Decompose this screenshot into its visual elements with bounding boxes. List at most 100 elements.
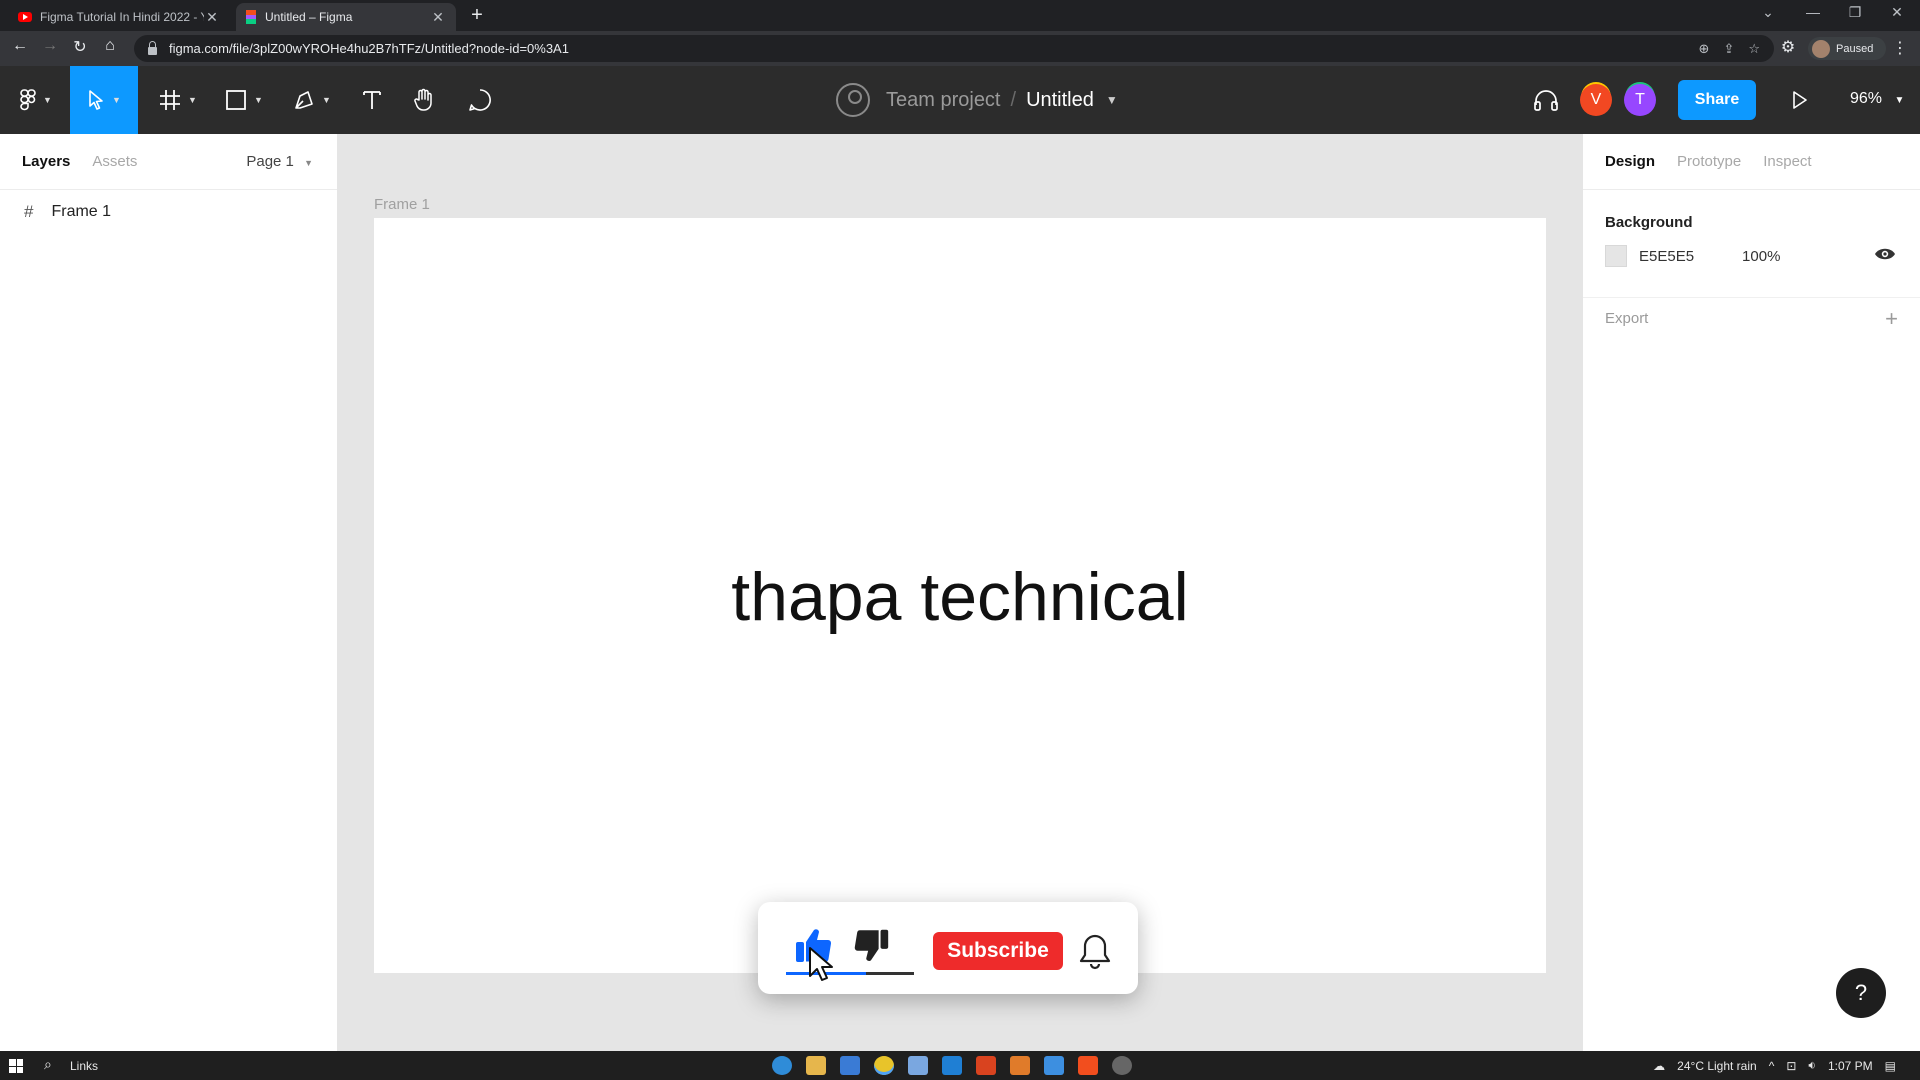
browser-tab-strip: Figma Tutorial In Hindi 2022 - Yo ✕ Unti… — [0, 0, 1920, 31]
browser-tab-label: Untitled – Figma — [265, 10, 353, 24]
main-menu-button[interactable]: ▼ — [12, 66, 60, 134]
background-opacity-input[interactable]: 100% — [1742, 248, 1780, 265]
search-icon[interactable]: ⌕ — [44, 1056, 52, 1073]
left-panel-tabs: Layers Assets Page 1 ▼ — [0, 134, 337, 190]
breadcrumb: Team project / Untitled ▼ — [836, 66, 1118, 134]
hand-icon — [414, 88, 432, 111]
user-avatar-t[interactable]: T — [1624, 84, 1656, 116]
pen-tool-button[interactable]: ▼ — [284, 66, 340, 134]
bookmark-star-icon[interactable]: ☆ — [1748, 41, 1760, 57]
hand-tool-button[interactable] — [404, 66, 444, 134]
tab-prototype[interactable]: Prototype — [1677, 153, 1741, 170]
profile-status: Paused — [1836, 42, 1874, 55]
tray-chevron-icon[interactable]: ^ — [1769, 1059, 1775, 1073]
volume-icon[interactable]: 🔉︎ — [1808, 1058, 1816, 1073]
export-label: Export — [1605, 310, 1649, 327]
cursor-icon — [89, 90, 103, 110]
frame-icon: # — [24, 202, 34, 221]
office-icon[interactable] — [976, 1056, 996, 1075]
clock-text[interactable]: 1:07 PM — [1828, 1059, 1873, 1073]
right-panel-tabs: Design Prototype Inspect — [1583, 134, 1920, 190]
notepad-icon[interactable] — [908, 1056, 928, 1075]
page-selector[interactable]: Page 1 ▼ — [246, 153, 313, 170]
export-section: Export + — [1583, 297, 1920, 339]
share-page-icon[interactable]: ⇪ — [1723, 41, 1734, 57]
bell-icon — [1079, 934, 1111, 970]
weather-text[interactable]: 24°C Light rain — [1677, 1059, 1757, 1073]
clock-app-icon[interactable] — [1112, 1056, 1132, 1075]
user-avatar-v[interactable]: V — [1580, 84, 1612, 116]
new-tab-button[interactable]: + — [464, 4, 490, 27]
zoom-menu[interactable]: 96% ▼ — [1850, 90, 1904, 108]
shape-tool-button[interactable]: ▼ — [216, 66, 272, 134]
tab-design[interactable]: Design — [1605, 153, 1655, 170]
add-export-icon[interactable]: + — [1885, 306, 1898, 332]
browser-tab-figma[interactable]: Untitled – Figma ✕ — [236, 3, 456, 31]
browser-address-bar: ← → ↻ ⌂ figma.com/file/3plZ00wYROHe4hu2B… — [0, 31, 1920, 66]
frame-label[interactable]: Frame 1 — [374, 196, 430, 213]
browser-menu-icon[interactable]: ⋮ — [1892, 38, 1908, 58]
chrome-icon[interactable] — [874, 1056, 894, 1075]
eye-icon[interactable] — [1874, 246, 1896, 262]
mail-icon[interactable] — [840, 1056, 860, 1075]
notifications-icon[interactable]: ▤ — [1885, 1059, 1896, 1073]
youtube-favicon-icon — [18, 12, 32, 22]
close-tab-icon[interactable]: ✕ — [204, 9, 220, 26]
chevron-down-icon[interactable]: ▼ — [1106, 93, 1118, 107]
chevron-down-icon: ▼ — [254, 95, 263, 105]
taskbar-links-label[interactable]: Links — [70, 1059, 98, 1073]
zoom-icon[interactable]: ⊕ — [1699, 41, 1710, 57]
tab-search-icon[interactable]: ⌄ — [1753, 4, 1783, 21]
close-window-icon[interactable]: ✕ — [1882, 4, 1912, 21]
tab-layers[interactable]: Layers — [22, 153, 70, 170]
edge-icon[interactable] — [772, 1056, 792, 1075]
frame-tool-button[interactable]: ▼ — [150, 66, 206, 134]
comment-tool-button[interactable] — [460, 66, 500, 134]
canvas[interactable]: Frame 1 thapa technical Subscribe — [338, 134, 1582, 1051]
file-explorer-icon[interactable] — [806, 1056, 826, 1075]
browser-tab-youtube[interactable]: Figma Tutorial In Hindi 2022 - Yo ✕ — [8, 3, 230, 31]
share-button[interactable]: Share — [1678, 80, 1756, 120]
profile-avatar — [1812, 39, 1830, 58]
reload-icon[interactable]: ↻ — [68, 37, 92, 57]
vscode-icon[interactable] — [942, 1056, 962, 1075]
text-tool-button[interactable] — [352, 66, 392, 134]
subscribe-overlay: Subscribe — [758, 902, 1138, 994]
background-color-swatch[interactable] — [1605, 245, 1627, 267]
figma-favicon-icon — [246, 10, 256, 25]
system-tray: ☁ 24°C Light rain ^ ⊡ 🔉︎ 1:07 PM ▤ — [1653, 1058, 1896, 1073]
text-icon — [363, 91, 381, 109]
profile-button[interactable]: Paused — [1808, 37, 1886, 60]
file-name[interactable]: Untitled — [1026, 89, 1094, 112]
move-tool-button[interactable]: ▼ — [70, 66, 138, 134]
url-input[interactable]: figma.com/file/3plZ00wYROHe4hu2B7hTFz/Un… — [134, 35, 1774, 62]
canvas-text-layer[interactable]: thapa technical — [374, 558, 1546, 636]
extensions-icon[interactable]: ⚙ — [1776, 37, 1800, 57]
network-icon[interactable]: ⊡ — [1786, 1059, 1796, 1073]
store-icon[interactable] — [1044, 1056, 1064, 1075]
project-name[interactable]: Team project — [886, 89, 1001, 112]
layer-item-frame-1[interactable]: # Frame 1 — [0, 190, 337, 234]
comment-icon — [469, 89, 491, 111]
close-tab-icon[interactable]: ✕ — [430, 9, 446, 26]
forward-icon[interactable]: → — [38, 37, 62, 55]
help-button[interactable]: ? — [1836, 968, 1886, 1018]
figma-app-icon[interactable] — [1078, 1056, 1098, 1075]
play-icon — [1793, 91, 1807, 109]
windows-start-icon[interactable] — [9, 1059, 23, 1073]
page-name: Page 1 — [246, 153, 294, 170]
subscribe-button[interactable]: Subscribe — [933, 932, 1063, 970]
frame-1[interactable]: thapa technical — [374, 218, 1546, 973]
home-icon[interactable]: ⌂ — [98, 37, 122, 55]
tab-assets[interactable]: Assets — [92, 153, 137, 170]
present-button[interactable] — [1780, 66, 1820, 134]
tab-inspect[interactable]: Inspect — [1763, 153, 1811, 170]
audio-button[interactable] — [1526, 66, 1566, 134]
back-icon[interactable]: ← — [8, 37, 32, 55]
minimize-icon[interactable]: — — [1798, 4, 1828, 20]
sublime-icon[interactable] — [1010, 1056, 1030, 1075]
headphones-icon — [1534, 90, 1558, 111]
restore-icon[interactable]: ❐ — [1840, 4, 1870, 21]
background-hex-input[interactable]: E5E5E5 — [1639, 248, 1694, 265]
chevron-down-icon: ▼ — [304, 158, 313, 168]
